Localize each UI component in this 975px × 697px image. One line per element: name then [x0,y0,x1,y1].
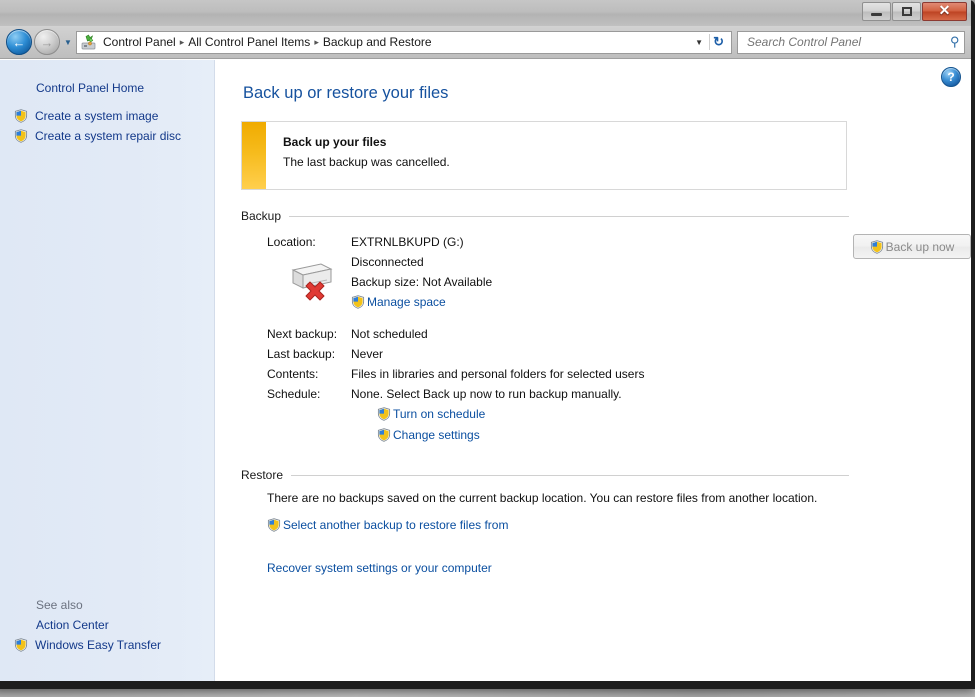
sidebar-top-links: Control Panel Home Create a system image… [0,78,214,146]
location-key: Location: [267,235,316,249]
shield-icon [351,295,365,309]
forward-arrow-icon: → [40,34,54,50]
explorer-window: ✕ ← → ▼ Control Panel ▸ All Control Pane… [0,0,975,689]
turn-on-schedule-row: Turn on schedule [241,404,971,425]
sidebar-item-create-system-image[interactable]: Create a system image [0,106,214,126]
maximize-icon [901,7,912,16]
last-backup-row: Last backup: Never [241,344,971,364]
page-title: Back up or restore your files [243,84,449,102]
chevron-down-icon: ▼ [64,37,72,47]
contents-key: Contents: [267,367,319,381]
schedule-value: None. Select Back up now to run backup m… [351,387,622,401]
sidebar-item-label: Windows Easy Transfer [35,638,162,652]
manage-space-link[interactable]: Manage space [367,295,446,309]
back-up-now-label: Back up now [885,239,955,254]
shield-icon [377,407,391,421]
sidebar-item-action-center[interactable]: Action Center [0,615,214,635]
shield-icon [14,129,28,143]
back-up-now-button[interactable]: Back up now [853,234,971,259]
disconnected-drive-icon [287,258,335,302]
shield-icon [267,518,281,532]
window-controls: ✕ [862,2,967,21]
help-icon: ? [947,70,955,84]
last-backup-key: Last backup: [267,347,336,361]
see-also-heading: See also [36,598,83,612]
breadcrumb-backup-and-restore[interactable]: Backup and Restore [320,35,435,49]
search-input[interactable] [745,34,951,50]
help-button[interactable]: ? [941,67,961,87]
back-arrow-icon: ← [12,34,26,50]
backup-size-value: Backup size: Not Available [351,275,493,289]
shield-icon [14,638,28,652]
backup-details-block: Location: EXTRNLBKUPD (G:) Disconnected … [241,232,971,446]
navigation-bar: ← → ▼ Control Panel ▸ All Control Panel … [0,26,971,59]
warning-message: The last backup was cancelled. [283,155,450,169]
search-icon: ⚲ [950,34,960,49]
change-settings-row: Change settings [241,425,971,446]
sidebar-item-label: Create a system image [35,109,159,123]
control-panel-icon [81,34,97,50]
title-bar: ✕ [0,0,971,27]
breadcrumb-control-panel[interactable]: Control Panel [100,35,179,49]
warning-title: Back up your files [283,135,387,149]
recover-row: Recover system settings or your computer [241,561,971,575]
search-box[interactable]: ⚲ [737,30,965,54]
section-divider [291,474,849,476]
content-pane: ? Back up or restore your files Back up … [215,60,971,681]
shield-icon [14,109,28,123]
select-backup-row: Select another backup to restore files f… [241,518,971,532]
minimize-button[interactable] [862,2,891,21]
forward-button[interactable]: → [34,29,60,55]
sidebar-item-windows-easy-transfer[interactable]: Windows Easy Transfer [0,635,214,655]
maximize-button[interactable] [892,2,921,21]
restore-section-label: Restore [241,468,284,482]
contents-row: Contents: Files in libraries and persona… [241,364,971,384]
close-button[interactable]: ✕ [922,2,967,21]
address-bar[interactable]: Control Panel ▸ All Control Panel Items … [76,30,732,54]
sidebar-item-create-system-repair-disc[interactable]: Create a system repair disc [0,126,214,146]
last-backup-value: Never [351,347,384,361]
minimize-icon [871,13,882,16]
address-dropdown-icon[interactable]: ▼ [689,38,709,47]
schedule-key: Schedule: [267,387,321,401]
turn-on-schedule-link[interactable]: Turn on schedule [393,407,485,421]
backup-warning-panel: Back up your files The last backup was c… [241,121,847,190]
sidebar-item-control-panel-home[interactable]: Control Panel Home [0,78,214,98]
shield-icon [377,428,391,442]
restore-section: Restore There are no backups saved on th… [241,468,971,575]
sidebar-item-label: Action Center [36,618,109,632]
backup-section-label: Backup [241,209,282,223]
manage-space-row: Manage space [241,292,971,312]
restore-message: There are no backups saved on the curren… [267,491,818,505]
refresh-icon[interactable]: ↻ [709,34,729,50]
close-icon: ✕ [938,3,951,19]
sidebar-item-label: Control Panel Home [36,81,145,95]
body-area: Control Panel Home Create a system image… [0,59,971,681]
schedule-row: Schedule: None. Select Back up now to ru… [241,384,971,404]
select-another-backup-link[interactable]: Select another backup to restore files f… [283,518,508,532]
backup-schedule-details: Next backup: Not scheduled Last backup: … [241,324,971,446]
section-divider [289,215,849,217]
back-button[interactable]: ← [6,29,32,55]
change-settings-link[interactable]: Change settings [393,428,480,442]
sidebar-see-also: See also Action Center Windows Easy Tran… [0,595,214,655]
warning-text-block: Back up your files The last backup was c… [266,122,450,189]
backup-section-header: Backup [241,209,849,223]
next-backup-key: Next backup: [267,327,338,341]
shield-icon [870,239,884,254]
recent-pages-dropdown-button[interactable]: ▼ [62,38,74,47]
backup-size-row: Backup size: Not Available [241,272,971,292]
sidebar-item-label: Create a system repair disc [35,129,182,143]
contents-value: Files in libraries and personal folders … [351,367,645,381]
sidebar: Control Panel Home Create a system image… [0,60,215,681]
next-backup-value: Not scheduled [351,327,428,341]
breadcrumb-all-items[interactable]: All Control Panel Items [185,35,313,49]
window-inner: ✕ ← → ▼ Control Panel ▸ All Control Pane… [0,0,971,681]
next-backup-row: Next backup: Not scheduled [241,324,971,344]
warning-accent-bar [242,122,266,189]
restore-section-header: Restore [241,468,849,482]
recover-system-settings-link[interactable]: Recover system settings or your computer [267,561,492,575]
